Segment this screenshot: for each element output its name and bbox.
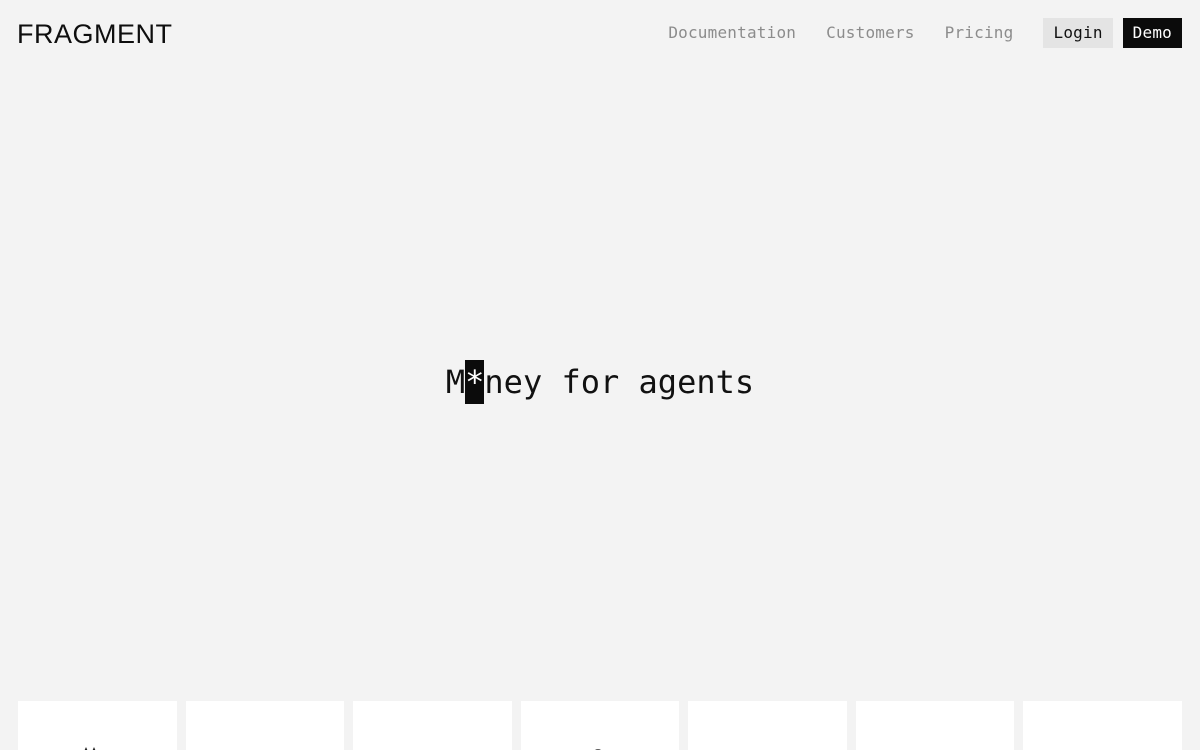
customer-logo-tile[interactable] xyxy=(520,701,680,750)
site-header: FRAGMENT Documentation Customers Pricing… xyxy=(0,0,1200,66)
hero-title: M*ney for agents xyxy=(446,360,754,404)
customer-logo-tile[interactable] xyxy=(855,701,1015,750)
hero: M*ney for agents xyxy=(0,360,1200,404)
nav-link-customers[interactable]: Customers xyxy=(826,18,915,48)
nav-link-pricing[interactable]: Pricing xyxy=(945,18,1014,48)
demo-button[interactable]: Demo xyxy=(1122,18,1182,48)
customer-logo-tile[interactable] xyxy=(353,701,512,750)
customer-logo-icon xyxy=(84,746,96,750)
brand-logo[interactable]: FRAGMENT xyxy=(17,17,173,51)
nav-link-documentation[interactable]: Documentation xyxy=(668,18,796,48)
customer-logo-tile[interactable] xyxy=(185,701,345,750)
login-button[interactable]: Login xyxy=(1043,18,1113,48)
customer-logo-tile[interactable] xyxy=(18,701,177,750)
customer-logo-icon xyxy=(414,746,450,750)
customer-logo-tile[interactable] xyxy=(688,701,847,750)
text-cursor-glyph: * xyxy=(465,360,485,404)
customer-logo-tile[interactable] xyxy=(1023,701,1183,750)
hero-title-suffix: ney for agents xyxy=(484,363,755,401)
hero-title-prefix: M xyxy=(445,363,466,401)
customer-logo-icon xyxy=(595,749,601,750)
main-nav: Documentation Customers Pricing Login De… xyxy=(668,18,1182,48)
customer-logo-strip xyxy=(18,701,1183,750)
